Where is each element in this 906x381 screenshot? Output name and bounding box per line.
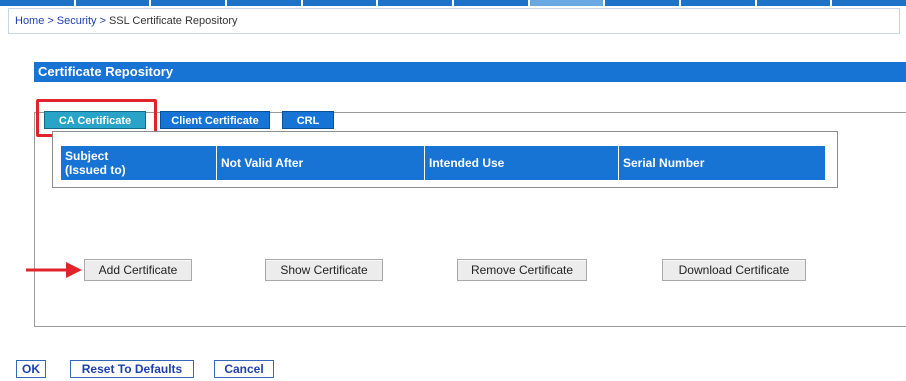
top-nav-segment[interactable] — [151, 0, 228, 6]
download-certificate-button[interactable]: Download Certificate — [662, 259, 806, 281]
cancel-button[interactable]: Cancel — [214, 360, 274, 378]
remove-certificate-button[interactable]: Remove Certificate — [457, 259, 587, 281]
table-header-row: Subject (Issued to) Not Valid After Inte… — [61, 146, 825, 180]
top-nav-segment-active[interactable] — [529, 0, 606, 6]
annotation-arrow-icon — [26, 262, 82, 278]
top-nav-segment[interactable] — [454, 0, 530, 6]
column-header-serial-number[interactable]: Serial Number — [619, 146, 825, 180]
breadcrumb-security-link[interactable]: Security — [57, 15, 97, 27]
certificate-table: Subject (Issued to) Not Valid After Inte… — [52, 131, 838, 188]
section-header: Certificate Repository — [34, 62, 906, 82]
breadcrumb-current: SSL Certificate Repository — [108, 15, 238, 27]
top-nav-segment[interactable] — [832, 0, 906, 6]
top-nav-segment[interactable] — [756, 0, 833, 6]
column-header-not-valid-after[interactable]: Not Valid After — [217, 146, 425, 180]
column-header-subject[interactable]: Subject (Issued to) — [61, 146, 217, 180]
breadcrumb-separator: > — [99, 15, 106, 27]
top-nav-segment[interactable] — [0, 0, 76, 6]
column-header-intended-use[interactable]: Intended Use — [425, 146, 619, 180]
reset-to-defaults-button[interactable]: Reset To Defaults — [70, 360, 194, 378]
top-nav-segment[interactable] — [302, 0, 379, 6]
breadcrumb-separator: > — [47, 15, 54, 27]
top-nav-segment[interactable] — [681, 0, 757, 6]
section-title: Certificate Repository — [38, 64, 174, 79]
breadcrumb-bar: Home > Security > SSL Certificate Repository — [8, 8, 900, 34]
top-nav-segment[interactable] — [378, 0, 455, 6]
add-certificate-button[interactable]: Add Certificate — [84, 259, 192, 281]
top-nav-segment[interactable] — [227, 0, 303, 6]
show-certificate-button[interactable]: Show Certificate — [265, 259, 383, 281]
top-nav-segment[interactable] — [75, 0, 152, 6]
breadcrumb-home-link[interactable]: Home — [15, 15, 44, 27]
ok-button[interactable]: OK — [16, 360, 46, 378]
tab-crl[interactable]: CRL — [282, 111, 334, 129]
top-nav-bar — [0, 0, 906, 6]
top-nav-segment[interactable] — [605, 0, 682, 6]
tab-client-certificate[interactable]: Client Certificate — [160, 111, 270, 129]
breadcrumb: Home > Security > SSL Certificate Repository — [15, 15, 238, 27]
